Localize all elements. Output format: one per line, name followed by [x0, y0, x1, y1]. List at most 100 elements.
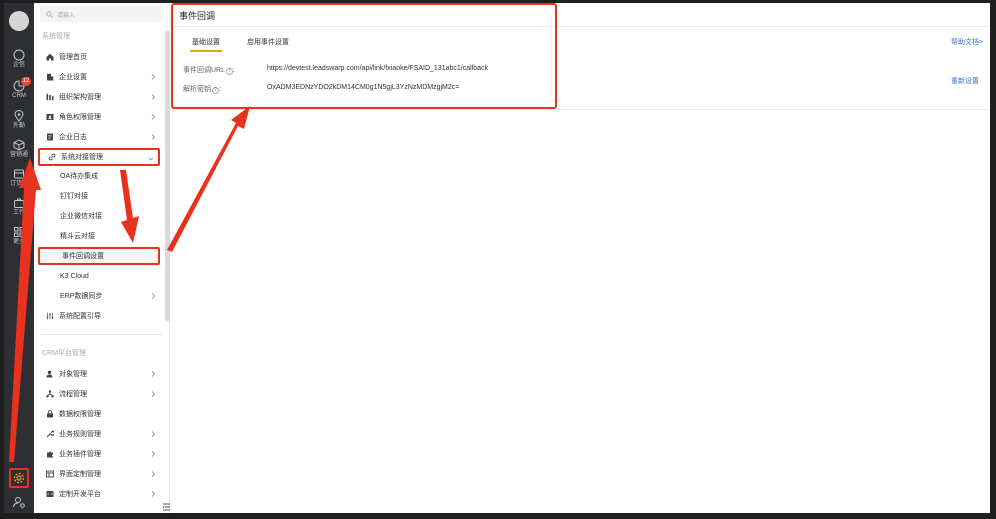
sidebar-item-system-integration[interactable]: 系统对接管理	[38, 148, 160, 166]
rail-item-label: 外勤	[12, 123, 25, 129]
secret-key-value: OxADM3EDNzYDO2kDM14CM0g1N5gjL3YzNzMDMzgj…	[267, 84, 460, 91]
search-input[interactable]: 请输入	[40, 6, 162, 22]
sidebar-item-label: 定制开发平台	[59, 491, 101, 498]
sidebar-item-org[interactable]: 组织架构管理	[38, 89, 160, 105]
notification-badge: 12	[21, 77, 31, 86]
briefcase-icon	[14, 198, 24, 208]
sidebar-subitem-k3cloud[interactable]: K3 Cloud	[38, 268, 160, 284]
sidebar-item-data-permissions[interactable]: 数据权限管理	[38, 406, 160, 422]
search-icon	[46, 10, 53, 18]
building-icon	[47, 73, 54, 81]
admin-settings-button[interactable]	[9, 468, 29, 488]
sidebar-item-label: 对象管理	[59, 371, 87, 378]
rail-item-field[interactable]: 外勤	[4, 110, 34, 130]
chevron-right-icon	[151, 134, 156, 140]
main-content: 事件回调 基础设置 启用事件设置 帮助文档> 事件回调URL?: https:/…	[170, 3, 990, 513]
rail-item-work[interactable]: 工作	[4, 197, 34, 217]
sidebar-item-ui-customization[interactable]: 界面定制管理	[38, 466, 160, 482]
id-card-icon	[46, 114, 54, 120]
admin-sidebar: 请输入 系统管理 管理首页 企业设置 组织架构管理 角色权限管理 企业日志 系统…	[34, 3, 171, 513]
sidebar-item-label: 管理首页	[59, 54, 87, 61]
sidebar-item-config-guide[interactable]: 系统配置引导	[38, 308, 160, 324]
sidebar-item-home[interactable]: 管理首页	[38, 49, 160, 65]
content-divider	[170, 109, 990, 110]
sidebar-item-roles[interactable]: 角色权限管理	[38, 109, 160, 125]
sidebar-subitem-event-callback[interactable]: 事件回调设置	[38, 247, 160, 265]
sidebar-item-flows[interactable]: 流程管理	[38, 386, 160, 402]
sidebar-item-label: 界面定制管理	[59, 471, 101, 478]
location-pin-icon	[14, 110, 24, 122]
sidebar-subitem-label: 企业微信对接	[60, 213, 102, 220]
home-icon	[46, 53, 54, 61]
wrench-icon	[46, 430, 54, 438]
gear-icon	[13, 472, 25, 484]
left-rail: 企信 12 CRM 外勤 营销通 订货通 工作 更多	[4, 3, 34, 513]
sidebar-item-company-settings[interactable]: 企业设置	[38, 69, 160, 85]
rail-item-crm[interactable]: 12 CRM	[4, 77, 34, 100]
user-settings-icon[interactable]	[12, 495, 26, 509]
lock-icon	[47, 410, 53, 418]
chevron-right-icon	[151, 74, 156, 80]
grid-icon	[14, 227, 24, 237]
sidebar-item-label: 角色权限管理	[59, 114, 101, 121]
sidebar-item-label: 数据权限管理	[59, 411, 101, 418]
rail-item-label: CRM	[12, 93, 26, 99]
sidebar-item-label: 组织架构管理	[59, 94, 101, 101]
document-icon	[47, 133, 53, 141]
callback-url-label: 事件回调URL?:	[183, 67, 235, 75]
rail-item-chat[interactable]: 企信	[4, 49, 34, 69]
section-title-crm: CRM平台管理	[42, 350, 86, 357]
chevron-right-icon	[151, 431, 156, 437]
sidebar-item-label: 系统配置引导	[59, 313, 101, 320]
rail-item-marketing[interactable]: 营销通	[4, 139, 34, 159]
org-chart-icon	[46, 93, 54, 101]
help-circle-icon[interactable]: ?	[226, 68, 234, 75]
sidebar-item-objects[interactable]: 对象管理	[38, 366, 160, 382]
puzzle-icon	[47, 451, 53, 458]
flow-icon	[46, 390, 54, 398]
chevron-right-icon	[151, 371, 156, 377]
sidebar-subitem-label: 钉钉对接	[60, 193, 88, 200]
tab-enabled-events[interactable]: 启用事件设置	[247, 37, 289, 47]
sidebar-subitem-wecom[interactable]: 企业微信对接	[38, 208, 160, 224]
sidebar-item-label: 业务插件管理	[59, 451, 101, 458]
field-label-text: 解析密钥	[183, 86, 211, 93]
chevron-right-icon	[151, 94, 156, 100]
help-docs-link[interactable]: 帮助文档>	[951, 37, 983, 47]
reset-settings-link[interactable]: 重新设置	[951, 76, 979, 86]
sidebar-subitem-jingdouyun[interactable]: 精斗云对接	[38, 228, 160, 244]
rail-item-label: 订货通	[9, 181, 28, 187]
sidebar-item-logs[interactable]: 企业日志	[38, 129, 160, 145]
sidebar-divider	[42, 334, 162, 335]
sidebar-item-label: 企业设置	[59, 74, 87, 81]
rail-item-more[interactable]: 更多	[4, 226, 34, 246]
sidebar-item-business-rules[interactable]: 业务规则管理	[38, 426, 160, 442]
page-title: 事件回调	[179, 11, 216, 21]
sidebar-subitem-oa[interactable]: OA待办集成	[38, 168, 160, 184]
sidebar-item-dev-platform[interactable]: 定制开发平台	[38, 486, 160, 502]
rail-item-order[interactable]: 订货通	[4, 168, 34, 188]
sidebar-item-label: 流程管理	[59, 391, 87, 398]
link-icon	[48, 153, 56, 161]
sidebar-item-plugins[interactable]: 业务插件管理	[38, 446, 160, 462]
sidebar-item-label: 企业日志	[59, 134, 87, 141]
help-circle-icon[interactable]: ?	[212, 87, 219, 94]
tab-basic-settings[interactable]: 基础设置	[190, 37, 222, 52]
chevron-down-icon	[148, 157, 154, 161]
user-gear-icon	[46, 370, 53, 378]
sidebar-item-label: 系统对接管理	[61, 154, 103, 161]
field-label-text: 事件回调URL	[183, 67, 226, 74]
sidebar-subitem-dingtalk[interactable]: 钉钉对接	[38, 188, 160, 204]
chat-bubble-icon	[13, 49, 25, 61]
layout-icon	[46, 470, 54, 478]
sidebar-item-label: 业务规则管理	[59, 431, 101, 438]
sidebar-subitem-label: OA待办集成	[60, 173, 99, 180]
rail-item-label: 营销通	[9, 152, 28, 158]
sidebar-subitem-erp-sync[interactable]: ERP数据同步	[38, 288, 160, 304]
chevron-right-icon	[151, 471, 156, 477]
avatar[interactable]	[9, 11, 29, 31]
rail-item-label: 企信	[12, 62, 25, 68]
chevron-right-icon	[151, 491, 156, 497]
sidebar-subitem-label: K3 Cloud	[60, 272, 89, 280]
box-icon	[13, 139, 25, 151]
